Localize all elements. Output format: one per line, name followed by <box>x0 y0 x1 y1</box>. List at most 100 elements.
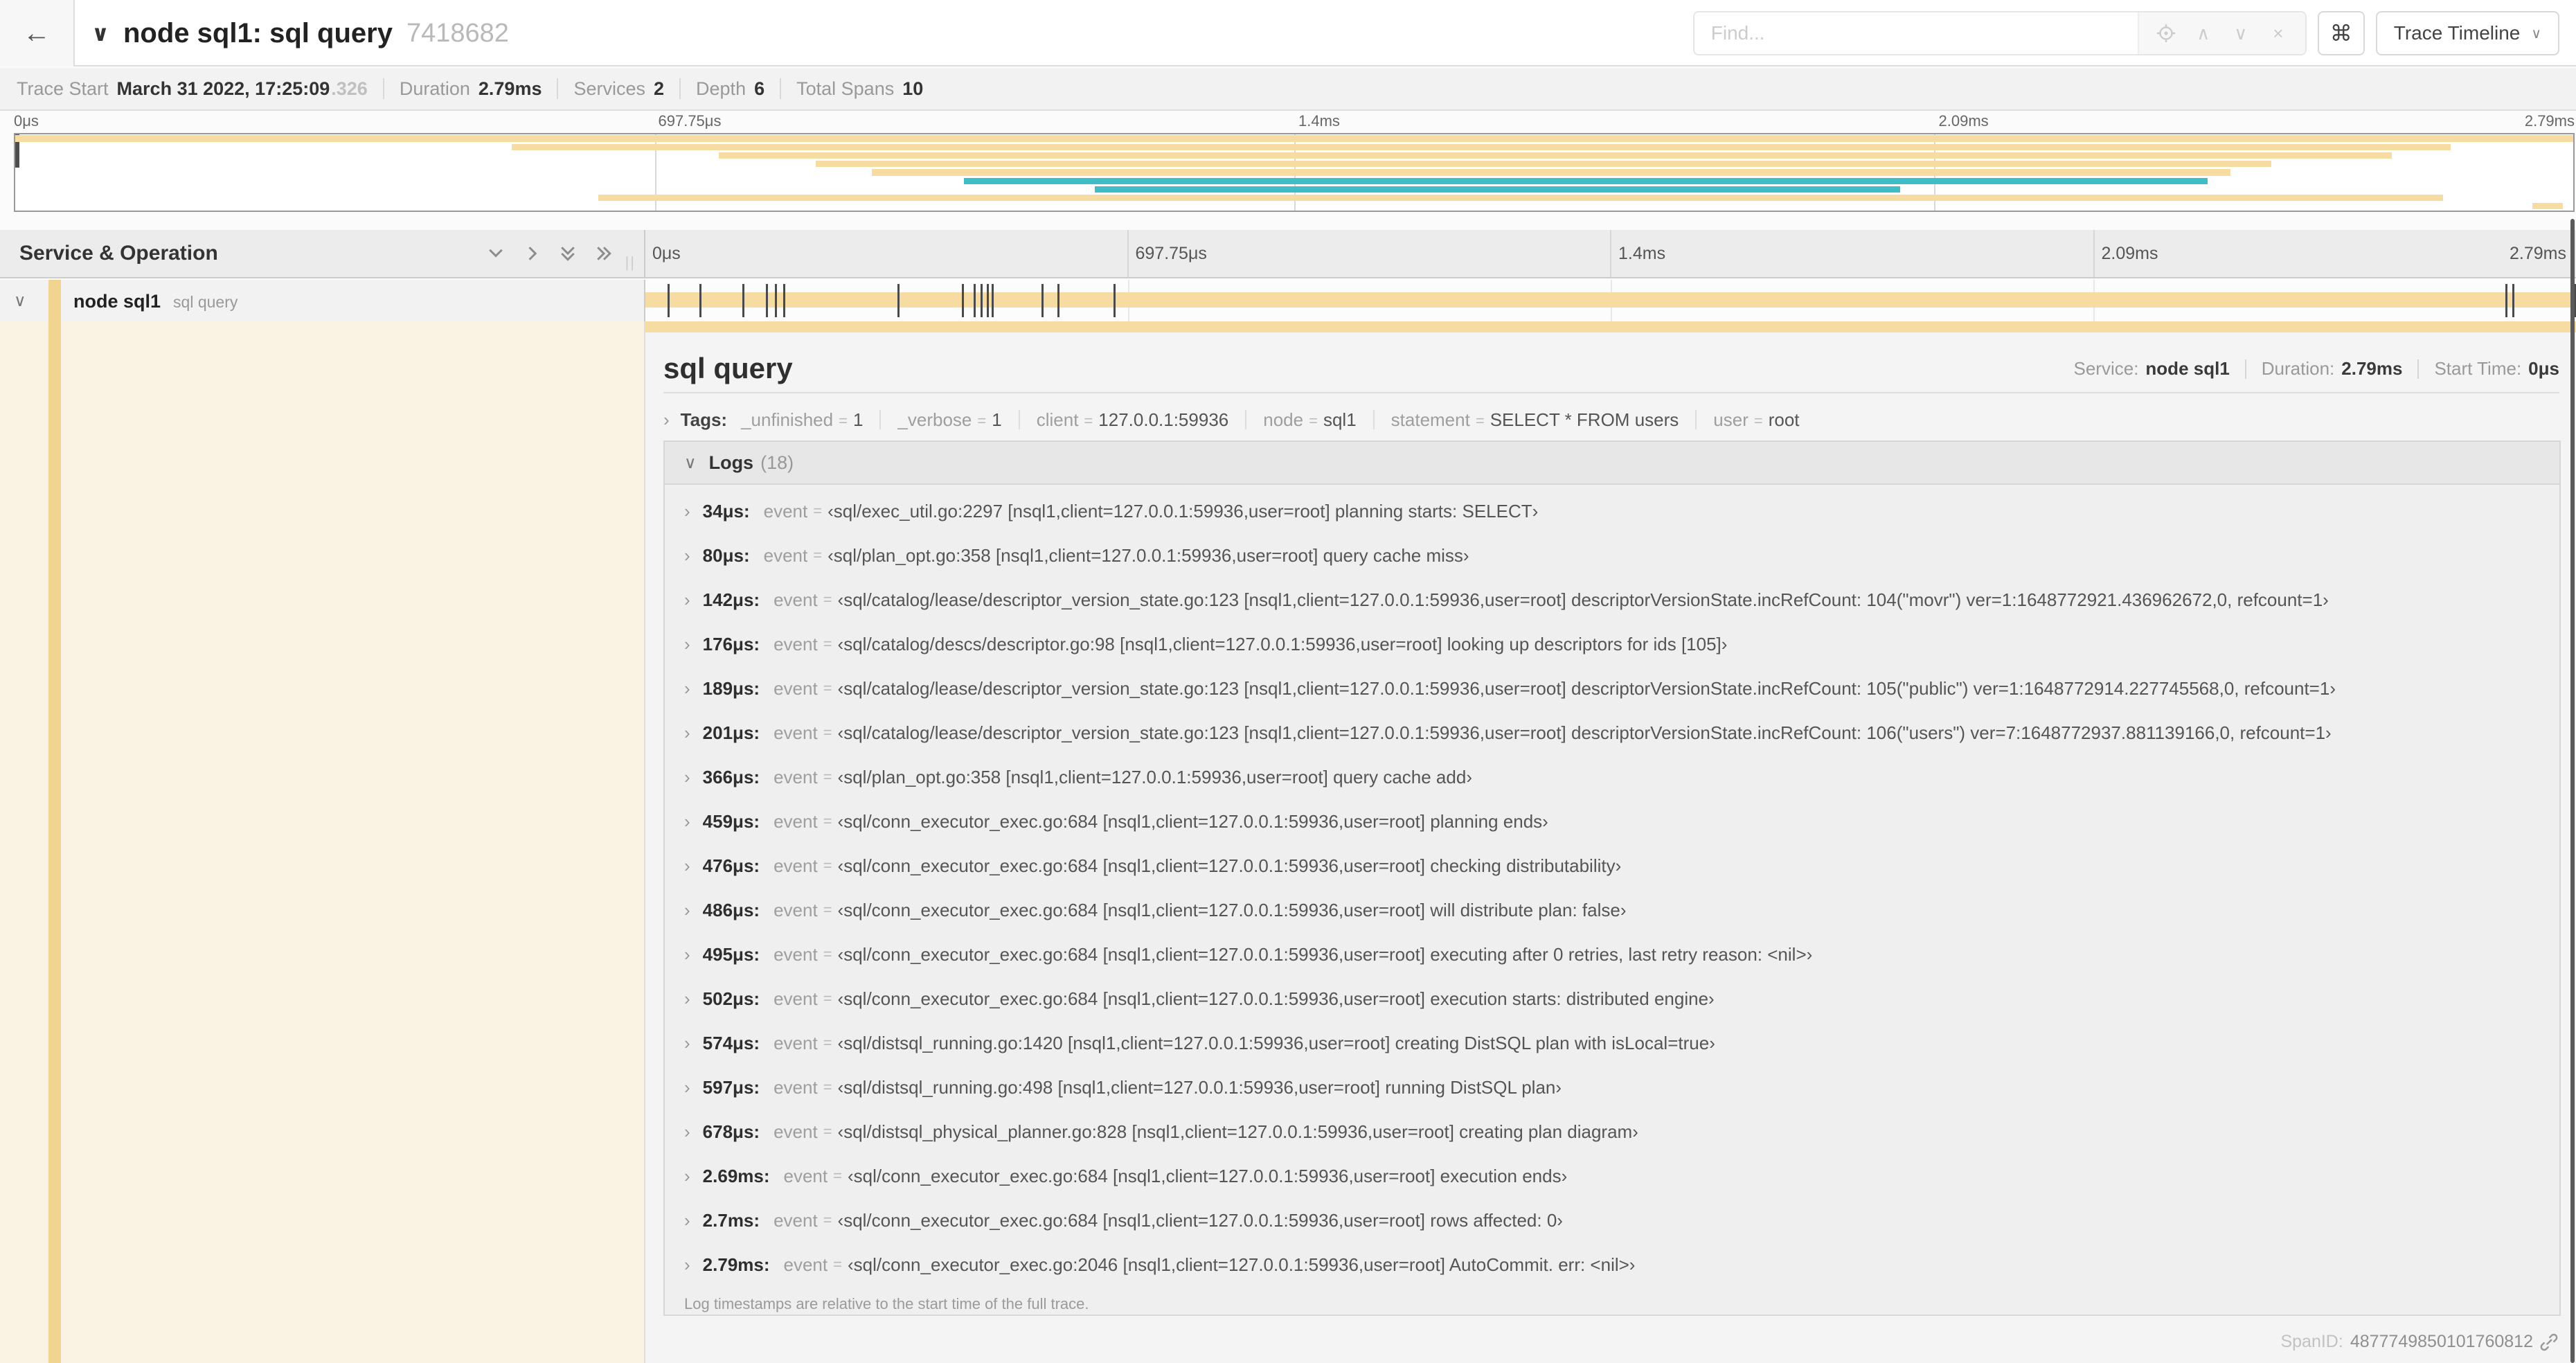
locate-icon[interactable] <box>2147 24 2185 43</box>
equals-sign: = <box>1475 411 1485 429</box>
log-marker-tick[interactable] <box>1057 284 1059 317</box>
log-entry-row[interactable]: › 2.7ms: event = ‹sql/conn_executor_exec.go:… <box>665 1198 2559 1242</box>
detail-meta-value: 0μs <box>2528 358 2559 379</box>
expand-one-icon[interactable] <box>522 244 542 263</box>
log-entry-row[interactable]: › 495μs: event = ‹sql/conn_executor_exec.go:… <box>665 932 2559 977</box>
log-marker-tick[interactable] <box>973 284 976 317</box>
collapse-trace-icon[interactable]: ∨ <box>91 20 109 46</box>
timeline-tick-label: 697.75μs <box>1135 243 1207 263</box>
log-field-value: ‹sql/conn_executor_exec.go:684 [nsql1,cl… <box>837 855 1622 876</box>
detail-span-bar[interactable] <box>645 321 2576 332</box>
log-marker-tick[interactable] <box>1041 284 1044 317</box>
log-marker-tick[interactable] <box>986 284 989 317</box>
log-entry-row[interactable]: › 80μs: event = ‹sql/plan_opt.go:358 [nsql1,… <box>665 533 2559 578</box>
log-field-value: ‹sql/conn_executor_exec.go:2046 [nsql1,c… <box>847 1254 1636 1275</box>
minimap-span-bar <box>511 143 2451 150</box>
summary-value: 10 <box>902 78 924 99</box>
detail-meta-label: Start Time: <box>2434 358 2522 379</box>
tags-label: Tags: <box>680 409 728 430</box>
summary-item: Duration 2.79ms <box>400 78 542 100</box>
collapse-controls <box>486 230 614 277</box>
equals-sign: = <box>823 1078 832 1096</box>
header-toolbar: ∧ ∨ × ⌘ Trace Timeline ∨ <box>1692 11 2559 55</box>
clear-find-icon[interactable]: × <box>2260 23 2297 44</box>
equals-sign: = <box>1309 411 1318 429</box>
logs-accordion-header[interactable]: ∨ Logs (18) <box>665 442 2559 485</box>
equals-sign: = <box>813 502 823 519</box>
log-marker-tick[interactable] <box>2512 284 2515 317</box>
log-entry-row[interactable]: › 2.69ms: event = ‹sql/conn_executor_exec.go… <box>665 1154 2559 1198</box>
expand-all-icon[interactable] <box>594 244 614 263</box>
log-entry-row[interactable]: › 34μs: event = ‹sql/exec_util.go:2297 [nsql… <box>665 489 2559 533</box>
prev-result-icon[interactable]: ∧ <box>2185 23 2222 44</box>
log-entry-row[interactable]: › 189μs: event = ‹sql/catalog/lease/descript… <box>665 666 2559 711</box>
span-id-footer: SpanID: 4877749850101760812 <box>2280 1332 2558 1352</box>
column-resizer-handle[interactable]: || <box>625 253 636 271</box>
collapse-all-icon[interactable] <box>558 244 578 263</box>
span-id-label: SpanID: <box>2280 1332 2343 1351</box>
tag-value: 1 <box>852 409 864 430</box>
deep-link-icon[interactable] <box>2540 1333 2558 1351</box>
log-marker-tick[interactable] <box>765 284 768 317</box>
log-marker-tick[interactable] <box>1113 284 1116 317</box>
span-row-name-cell[interactable]: ∨ node sql1 sql query <box>0 280 645 321</box>
tag-key: node <box>1263 409 1304 430</box>
summary-item: Depth 6 <box>696 78 764 100</box>
keyboard-shortcuts-button[interactable]: ⌘ <box>2317 11 2365 55</box>
minimap-canvas[interactable] <box>14 133 2575 212</box>
log-marker-tick[interactable] <box>991 284 994 317</box>
span-duration-bar[interactable] <box>645 292 2576 308</box>
log-entry-row[interactable]: › 176μs: event = ‹sql/catalog/descs/descript… <box>665 622 2559 666</box>
timeline-tick-column: 2.09ms <box>2093 230 2576 277</box>
vertical-scrollbar[interactable] <box>2570 219 2575 1363</box>
log-entry-row[interactable]: › 678μs: event = ‹sql/distsql_physical_plann… <box>665 1110 2559 1154</box>
log-marker-tick[interactable] <box>897 284 900 317</box>
log-entry-row[interactable]: › 2.79ms: event = ‹sql/conn_executor_exec.go… <box>665 1242 2559 1287</box>
equals-sign: = <box>823 945 832 963</box>
summary-separator <box>382 78 384 99</box>
chevron-right-icon: › <box>684 544 690 566</box>
minimap-span-bar <box>718 152 2392 159</box>
summary-separator <box>780 78 782 99</box>
log-marker-tick[interactable] <box>667 284 670 317</box>
log-marker-tick[interactable] <box>774 284 777 317</box>
summary-label: Trace Start <box>17 78 109 99</box>
tag-item: client = 127.0.0.1:59936 <box>1037 409 1229 431</box>
tags-accordion-header[interactable]: › Tags: _unfinished = 1 _verbose = 1 client = 12… <box>663 402 2559 438</box>
tag-value: 127.0.0.1:59936 <box>1098 409 1229 430</box>
log-entry-row[interactable]: › 201μs: event = ‹sql/catalog/lease/descript… <box>665 711 2559 755</box>
log-entry-row[interactable]: › 502μs: event = ‹sql/conn_executor_exec.go:… <box>665 977 2559 1021</box>
back-button[interactable]: ← <box>0 0 75 66</box>
collapse-one-icon[interactable] <box>486 244 506 263</box>
log-entry-row[interactable]: › 459μs: event = ‹sql/conn_executor_exec.go:… <box>665 799 2559 844</box>
log-entry-row[interactable]: › 574μs: event = ‹sql/distsql_running.go:142… <box>665 1021 2559 1065</box>
log-entry-row[interactable]: › 366μs: event = ‹sql/plan_opt.go:358 [nsql1… <box>665 755 2559 799</box>
log-entry-row[interactable]: › 476μs: event = ‹sql/conn_executor_exec.go:… <box>665 844 2559 888</box>
log-marker-tick[interactable] <box>980 284 983 317</box>
log-marker-tick[interactable] <box>2505 284 2508 317</box>
find-input[interactable] <box>1694 12 2138 54</box>
log-field-value: ‹sql/catalog/lease/descriptor_version_st… <box>837 677 2336 699</box>
log-marker-tick[interactable] <box>699 284 701 317</box>
log-field-value: ‹sql/catalog/lease/descriptor_version_st… <box>837 722 2332 743</box>
equals-sign: = <box>1084 411 1093 429</box>
summary-value-suffix: .326 <box>331 78 368 99</box>
log-entry-row[interactable]: › 597μs: event = ‹sql/distsql_running.go:498… <box>665 1065 2559 1110</box>
summary-value: 2 <box>654 78 665 99</box>
detail-panel: sql query Service: node sql1 Duration: 2.79… <box>645 321 2576 1363</box>
view-selector-button[interactable]: Trace Timeline ∨ <box>2375 11 2559 55</box>
tag-key: client <box>1036 409 1079 430</box>
log-field-value: ‹sql/plan_opt.go:358 [nsql1,client=127.0… <box>828 544 1469 566</box>
tag-key: statement <box>1390 409 1470 430</box>
span-row-timeline-cell[interactable] <box>645 280 2576 321</box>
log-marker-tick[interactable] <box>782 284 785 317</box>
log-entry-row[interactable]: › 142μs: event = ‹sql/catalog/lease/descript… <box>665 578 2559 622</box>
log-marker-tick[interactable] <box>742 284 744 317</box>
log-entry-row[interactable]: › 486μs: event = ‹sql/conn_executor_exec.go:… <box>665 888 2559 932</box>
log-marker-tick[interactable] <box>961 284 964 317</box>
next-result-icon[interactable]: ∨ <box>2222 23 2260 44</box>
span-id-value: 4877749850101760812 <box>2350 1332 2533 1351</box>
detail-meta-value: node sql1 <box>2145 358 2230 379</box>
log-timestamp: 80μs: <box>702 544 750 566</box>
meta-separator <box>2244 359 2246 379</box>
